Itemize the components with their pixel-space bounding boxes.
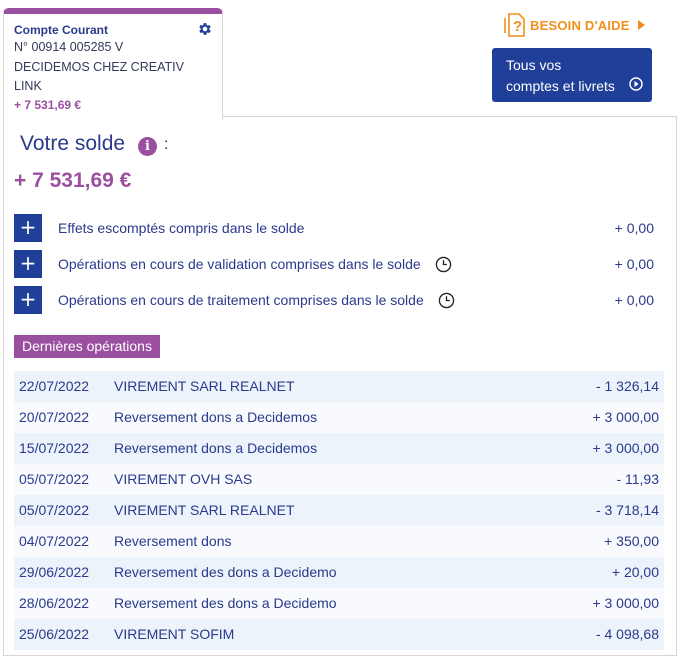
detail-value: + 0,00 bbox=[614, 220, 654, 236]
operation-row[interactable]: 25/06/2022 VIREMENT SOFIM - 4 098,68 bbox=[14, 619, 664, 650]
operation-label: Reversement des dons a Decidemo bbox=[114, 564, 337, 580]
operation-row[interactable]: 04/07/2022 Reversement dons + 350,00 bbox=[14, 526, 664, 557]
gear-icon[interactable] bbox=[197, 21, 213, 37]
expand-plus-button[interactable]: + bbox=[14, 286, 42, 314]
operation-row[interactable]: 22/07/2022 VIREMENT SARL REALNET - 1 326… bbox=[14, 371, 664, 402]
operation-date: 05/07/2022 bbox=[19, 471, 90, 487]
operation-date: 28/06/2022 bbox=[19, 595, 90, 611]
detail-value: + 0,00 bbox=[614, 292, 654, 308]
question-doc-icon: ? bbox=[504, 13, 525, 37]
all-accounts-line1: Tous vos bbox=[506, 57, 562, 73]
balance-amount: + 7 531,69 € bbox=[14, 169, 132, 192]
detail-label: Opérations en cours de validation compri… bbox=[58, 256, 421, 272]
operation-date: 29/06/2022 bbox=[19, 564, 90, 580]
operation-label: Reversement dons a Decidemos bbox=[114, 409, 318, 425]
account-tab[interactable]: Compte Courant N° 00914 005285 V DECIDEM… bbox=[3, 8, 223, 120]
arrow-circle-icon bbox=[629, 77, 643, 91]
balance-title: Votre solde bbox=[20, 132, 126, 155]
operation-row[interactable]: 05/07/2022 VIREMENT SARL REALNET - 3 718… bbox=[14, 495, 664, 526]
operation-row[interactable]: 28/06/2022 Reversement des dons a Decide… bbox=[14, 588, 664, 619]
operation-date: 25/06/2022 bbox=[19, 626, 90, 642]
account-name: Compte Courant bbox=[14, 23, 108, 37]
account-holder-line1: DECIDEMOS CHEZ CREATIV bbox=[14, 59, 184, 74]
operation-label: VIREMENT SARL REALNET bbox=[114, 502, 295, 518]
account-balance: + 7 531,69 € bbox=[14, 97, 82, 112]
operation-amount: - 1 326,14 bbox=[595, 378, 659, 394]
operation-amount: + 20,00 bbox=[611, 564, 659, 580]
operation-amount: + 3 000,00 bbox=[592, 595, 659, 611]
expand-plus-button[interactable]: + bbox=[14, 250, 42, 278]
clock-icon[interactable] bbox=[435, 256, 452, 273]
operation-label: VIREMENT SOFIM bbox=[114, 626, 235, 642]
detail-label: Effets escomptés compris dans le solde bbox=[58, 220, 305, 236]
account-number: N° 00914 005285 V bbox=[14, 40, 124, 54]
detail-row-discounted: + Effets escomptés compris dans le solde… bbox=[14, 214, 662, 242]
recent-operations-header: Dernières opérations bbox=[14, 335, 160, 358]
operation-row[interactable]: 29/06/2022 Reversement des dons a Decide… bbox=[14, 557, 664, 588]
clock-icon[interactable] bbox=[438, 292, 455, 309]
operation-amount: + 3 000,00 bbox=[592, 409, 659, 425]
operation-row[interactable]: 20/07/2022 Reversement dons a Decidemos … bbox=[14, 402, 664, 433]
expand-plus-button[interactable]: + bbox=[14, 214, 42, 242]
balance-colon: : bbox=[164, 136, 169, 153]
operation-row[interactable]: 05/07/2022 VIREMENT OVH SAS - 11,93 bbox=[14, 464, 664, 495]
account-holder-line2: LINK bbox=[14, 79, 42, 93]
info-icon[interactable]: i bbox=[138, 137, 157, 156]
all-accounts-line2: comptes et livrets bbox=[506, 78, 615, 94]
operation-date: 22/07/2022 bbox=[19, 378, 90, 394]
operation-date: 15/07/2022 bbox=[19, 440, 90, 456]
detail-label: Opérations en cours de traitement compri… bbox=[58, 292, 424, 308]
detail-value: + 0,00 bbox=[614, 256, 654, 272]
operation-amount: - 3 718,14 bbox=[595, 502, 659, 518]
operation-date: 05/07/2022 bbox=[19, 502, 90, 518]
operation-amount: - 4 098,68 bbox=[595, 626, 659, 642]
help-label: BESOIN D'AIDE bbox=[530, 17, 630, 33]
detail-row-processing: + Opérations en cours de traitement comp… bbox=[14, 286, 662, 314]
operation-amount: + 3 000,00 bbox=[592, 440, 659, 456]
operation-amount: + 350,00 bbox=[604, 533, 659, 549]
operation-date: 20/07/2022 bbox=[19, 409, 90, 425]
operation-label: Reversement dons a Decidemos bbox=[114, 440, 318, 456]
svg-text:?: ? bbox=[513, 18, 522, 35]
help-link[interactable]: ? BESOIN D'AIDE bbox=[504, 8, 645, 42]
operation-label: VIREMENT OVH SAS bbox=[114, 471, 253, 487]
detail-row-validation: + Opérations en cours de validation comp… bbox=[14, 250, 662, 278]
operation-label: Reversement des dons a Decidemo bbox=[114, 595, 337, 611]
operation-label: Reversement dons bbox=[114, 533, 232, 549]
all-accounts-button[interactable]: Tous vos comptes et livrets bbox=[492, 48, 652, 102]
operation-row[interactable]: 15/07/2022 Reversement dons a Decidemos … bbox=[14, 433, 664, 464]
play-arrow-icon bbox=[637, 20, 645, 30]
operation-date: 04/07/2022 bbox=[19, 533, 90, 549]
operation-label: VIREMENT SARL REALNET bbox=[114, 378, 295, 394]
operation-amount: - 11,93 bbox=[616, 471, 659, 487]
operations-table: 22/07/2022 VIREMENT SARL REALNET - 1 326… bbox=[14, 371, 664, 650]
